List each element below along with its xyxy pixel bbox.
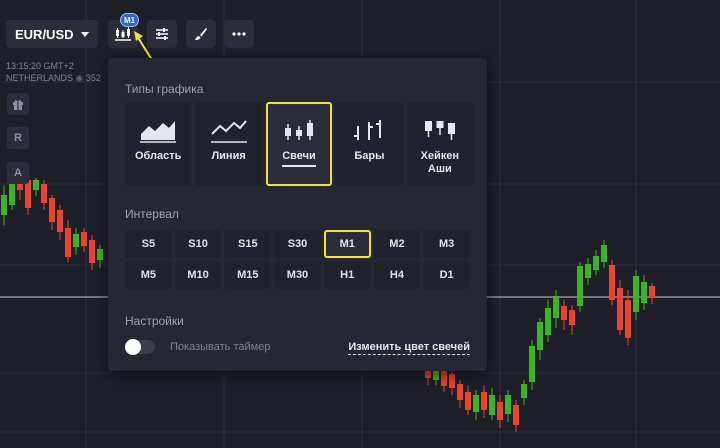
chart-types-title: Типы графика <box>125 82 204 96</box>
candle-body <box>9 182 15 205</box>
more-button[interactable] <box>224 20 254 48</box>
interval-badge: M1 <box>120 13 140 27</box>
interval-d1[interactable]: D1 <box>423 261 470 289</box>
candle-body <box>505 395 511 414</box>
candle-body <box>33 180 39 190</box>
chart-type-candles[interactable]: Свечи <box>265 102 333 186</box>
chevron-down-icon <box>80 31 89 37</box>
chart-settings-panel: Типы графика Область Линия Свечи Бары Хе… <box>108 58 487 371</box>
candle-body <box>81 232 87 246</box>
candle-body <box>553 296 559 318</box>
chart-types-list: Область Линия Свечи Бары Хейкен Аши <box>125 102 474 186</box>
interval-s30[interactable]: S30 <box>274 230 321 258</box>
chart-type-label: Область <box>134 150 182 162</box>
candle-body <box>449 374 455 388</box>
candles-chart-icon <box>115 27 131 41</box>
server-time: 13:15:20 GMT+2 <box>6 61 74 71</box>
asset-selector[interactable]: EUR/USD <box>6 20 98 48</box>
change-candle-color-link[interactable]: Изменить цвет свечей <box>348 341 470 355</box>
interval-h1[interactable]: H1 <box>323 261 371 289</box>
candle-body <box>489 395 495 415</box>
more-icon <box>232 32 246 36</box>
interval-title: Интервал <box>125 207 179 221</box>
candle-body <box>89 240 95 263</box>
candle-body <box>609 265 615 300</box>
server-name: NETHERLANDS <box>6 73 74 83</box>
top-toolbar: EUR/USD M1 <box>0 0 720 52</box>
ping-value: 352 <box>85 73 101 83</box>
interval-m10[interactable]: M10 <box>174 261 222 289</box>
candles-icon <box>285 120 314 140</box>
interval-h4[interactable]: H4 <box>373 261 421 289</box>
heikin-ashi-icon <box>424 121 455 140</box>
candle-body <box>497 402 503 420</box>
server-info: NETHERLANDS ◉ 352 <box>6 73 101 84</box>
chart-type-line[interactable]: Линия <box>195 102 262 186</box>
candle-body <box>521 384 527 398</box>
candle-body <box>65 228 71 257</box>
candle-body <box>97 249 103 260</box>
candle-body <box>49 198 55 222</box>
candle-body <box>41 184 47 203</box>
interval-s10[interactable]: S10 <box>174 230 222 258</box>
candle-body <box>473 395 479 412</box>
signal-icon: ◉ <box>75 73 84 83</box>
candle-body <box>1 195 7 215</box>
interval-m30[interactable]: M30 <box>274 261 321 289</box>
candle-body <box>513 405 519 425</box>
interval-s15[interactable]: S15 <box>224 230 272 258</box>
candle-body <box>529 346 535 382</box>
show-timer-toggle[interactable] <box>125 339 155 355</box>
gift-button[interactable] <box>7 93 29 115</box>
bars-icon <box>354 120 382 140</box>
candle-body <box>57 210 63 232</box>
interval-s5[interactable]: S5 <box>125 230 172 258</box>
candle-body <box>561 306 567 320</box>
chart-type-heikin-ashi[interactable]: Хейкен Аши <box>406 102 474 186</box>
side-tool-a[interactable]: A <box>7 162 29 184</box>
chart-type-area[interactable]: Область <box>125 102 192 186</box>
interval-m3[interactable]: M3 <box>423 230 470 258</box>
candle-body <box>433 370 439 380</box>
toggle-knob <box>125 339 141 355</box>
interval-m2[interactable]: M2 <box>373 230 421 258</box>
candle-body <box>73 234 79 247</box>
candle-body <box>481 392 487 410</box>
interval-m1[interactable]: M1 <box>323 230 371 258</box>
candle-body <box>457 384 463 400</box>
asset-name: EUR/USD <box>15 26 74 42</box>
candle-body <box>25 180 31 208</box>
chart-type-label: Линия <box>211 150 246 162</box>
side-tool-r[interactable]: R <box>7 127 29 149</box>
candle-body <box>641 282 647 303</box>
drawing-tools-button[interactable] <box>186 20 216 48</box>
chart-type-label: Бары <box>354 150 385 162</box>
show-timer-label: Показывать таймер <box>170 341 271 353</box>
line-chart-icon <box>210 120 247 143</box>
settings-title: Настройки <box>125 314 184 328</box>
candle-body <box>545 308 551 335</box>
candle-body <box>577 266 583 306</box>
candle-body <box>649 286 655 298</box>
candle-body <box>585 264 591 278</box>
candle-body <box>601 245 607 262</box>
chart-type-bars[interactable]: Бары <box>336 102 403 186</box>
gift-icon <box>13 100 23 110</box>
candle-body <box>465 392 471 410</box>
candle-body <box>537 322 543 350</box>
chart-type-label: Свечи <box>282 150 316 162</box>
area-chart-icon <box>140 121 177 143</box>
candle-body <box>569 310 575 325</box>
candle-body <box>633 276 639 312</box>
interval-m5[interactable]: M5 <box>125 261 172 289</box>
candle-body <box>593 256 599 270</box>
sliders-icon <box>156 28 168 40</box>
selected-underline <box>282 165 317 167</box>
candle-body <box>617 288 623 330</box>
candle-body <box>625 300 631 338</box>
chart-type-label: Хейкен Аши <box>420 150 460 175</box>
interval-grid: S5 S10 S15 S30 M1 M2 M3 M5 M10 M15 M30 H1 H4 D1 <box>125 230 470 289</box>
interval-m15[interactable]: M15 <box>224 261 272 289</box>
brush-icon <box>195 28 207 40</box>
